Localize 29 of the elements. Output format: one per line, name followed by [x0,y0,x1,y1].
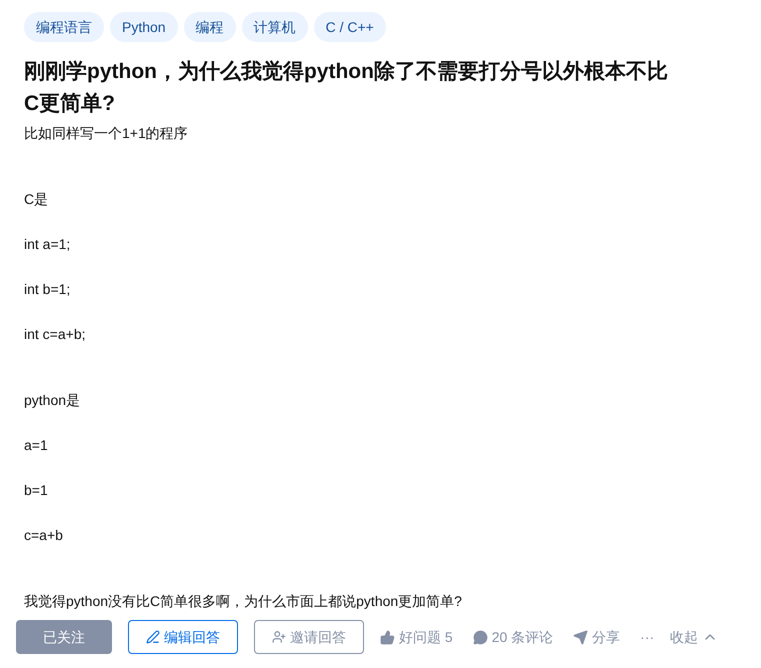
good-question-button[interactable]: 好问题 5 [380,626,453,648]
question-text: c=a+b [24,526,64,545]
follow-button[interactable]: 已关注 [16,620,112,654]
share-button[interactable]: 分享 [573,626,620,648]
question-text: int c=a+b; [24,325,86,344]
share-icon [573,630,588,644]
comments-button[interactable]: 20 条评论 [472,626,554,648]
invite-answer-button[interactable]: 邀请回答 [254,620,364,654]
edit-icon [146,630,160,644]
topic-tag[interactable]: 编程语言 [24,12,104,42]
question-title: 刚刚学python，为什么我觉得python除了不需要打分号以外根本不比C更简单? [24,59,669,117]
question-text: 比如同样写一个1+1的程序 [24,124,189,143]
topic-tag[interactable]: C / C++ [314,12,386,42]
question-text: b=1 [24,481,49,500]
add-user-icon [272,630,286,644]
question-text: int b=1; [24,280,72,299]
comment-icon [472,630,488,644]
question-text: int a=1; [24,235,72,254]
question-text: python是 [24,391,82,410]
collapse-button[interactable]: 收起 [670,626,718,648]
topic-tag[interactable]: Python [110,12,178,42]
more-button[interactable]: ··· [640,626,654,648]
topic-tag[interactable]: 计算机 [242,12,308,42]
question-text: 我觉得python没有比C简单很多啊，为什么市面上都说python更加简单? [24,592,463,611]
topic-tag[interactable]: 编程 [184,12,236,42]
thumbs-up-icon [380,630,395,644]
edit-answer-button[interactable]: 编辑回答 [128,620,238,654]
question-text: a=1 [24,436,49,455]
question-text: C是 [24,190,50,209]
